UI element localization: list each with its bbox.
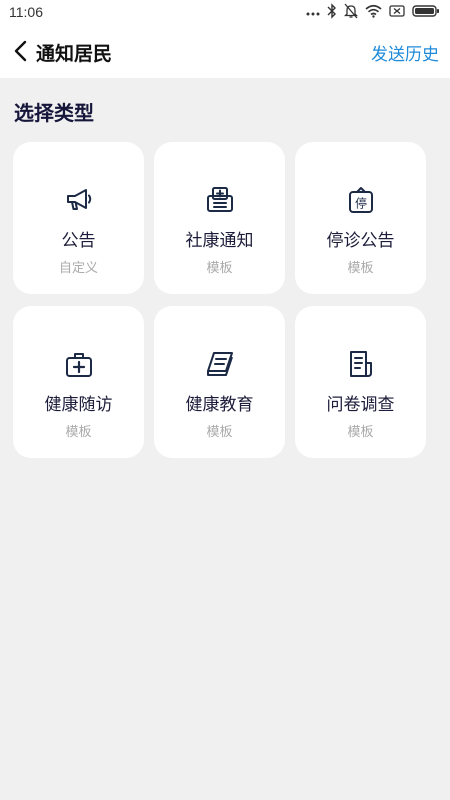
battery-icon: [412, 4, 440, 18]
back-button[interactable]: [12, 39, 32, 63]
card-subtitle: 自定义: [58, 261, 98, 276]
card-subtitle: 模板: [347, 261, 374, 276]
card-health-followup[interactable]: 健康随访 模板: [13, 306, 144, 458]
page-title: 通知居民: [36, 43, 113, 65]
svg-text:停: 停: [354, 196, 366, 211]
card-subtitle: 模板: [206, 261, 233, 276]
clinic-icon: [205, 185, 235, 215]
card-suspension-notice[interactable]: 停 停诊公告 模板: [295, 142, 426, 294]
status-icons: [306, 3, 440, 19]
card-title: 社康通知: [185, 231, 254, 251]
card-subtitle: 模板: [347, 425, 374, 440]
card-subtitle: 模板: [65, 425, 92, 440]
megaphone-icon: [64, 185, 94, 215]
header: 11:06 通知居民 发送历史: [0, 0, 450, 78]
bluetooth-icon: [327, 3, 337, 19]
card-subtitle: 模板: [206, 425, 233, 440]
chevron-left-icon: [14, 40, 27, 62]
card-community-notice[interactable]: 社康通知 模板: [154, 142, 285, 294]
more-dots-icon: [306, 4, 320, 18]
card-title: 公告: [61, 231, 96, 251]
send-history-link[interactable]: 发送历史: [371, 40, 439, 65]
status-time: 11:06: [9, 4, 43, 20]
card-health-education[interactable]: 健康教育 模板: [154, 306, 285, 458]
status-bar: 11:06: [0, 0, 450, 26]
questionnaire-icon: [346, 349, 376, 379]
card-title: 健康教育: [185, 395, 254, 415]
book-icon: [205, 349, 235, 379]
section-title: 选择类型: [14, 101, 94, 125]
card-questionnaire[interactable]: 问卷调查 模板: [295, 306, 426, 458]
sim-icon: [389, 4, 405, 18]
nav-bar: 通知居民 发送历史: [0, 26, 450, 78]
card-title: 问卷调查: [326, 395, 395, 415]
card-announcement[interactable]: 公告 自定义: [13, 142, 144, 294]
card-title: 健康随访: [44, 395, 113, 415]
wifi-icon: [365, 4, 382, 18]
medical-kit-icon: [64, 349, 94, 379]
card-title: 停诊公告: [326, 231, 395, 251]
mute-bell-icon: [344, 3, 358, 19]
suspend-sign-icon: 停: [346, 185, 376, 215]
